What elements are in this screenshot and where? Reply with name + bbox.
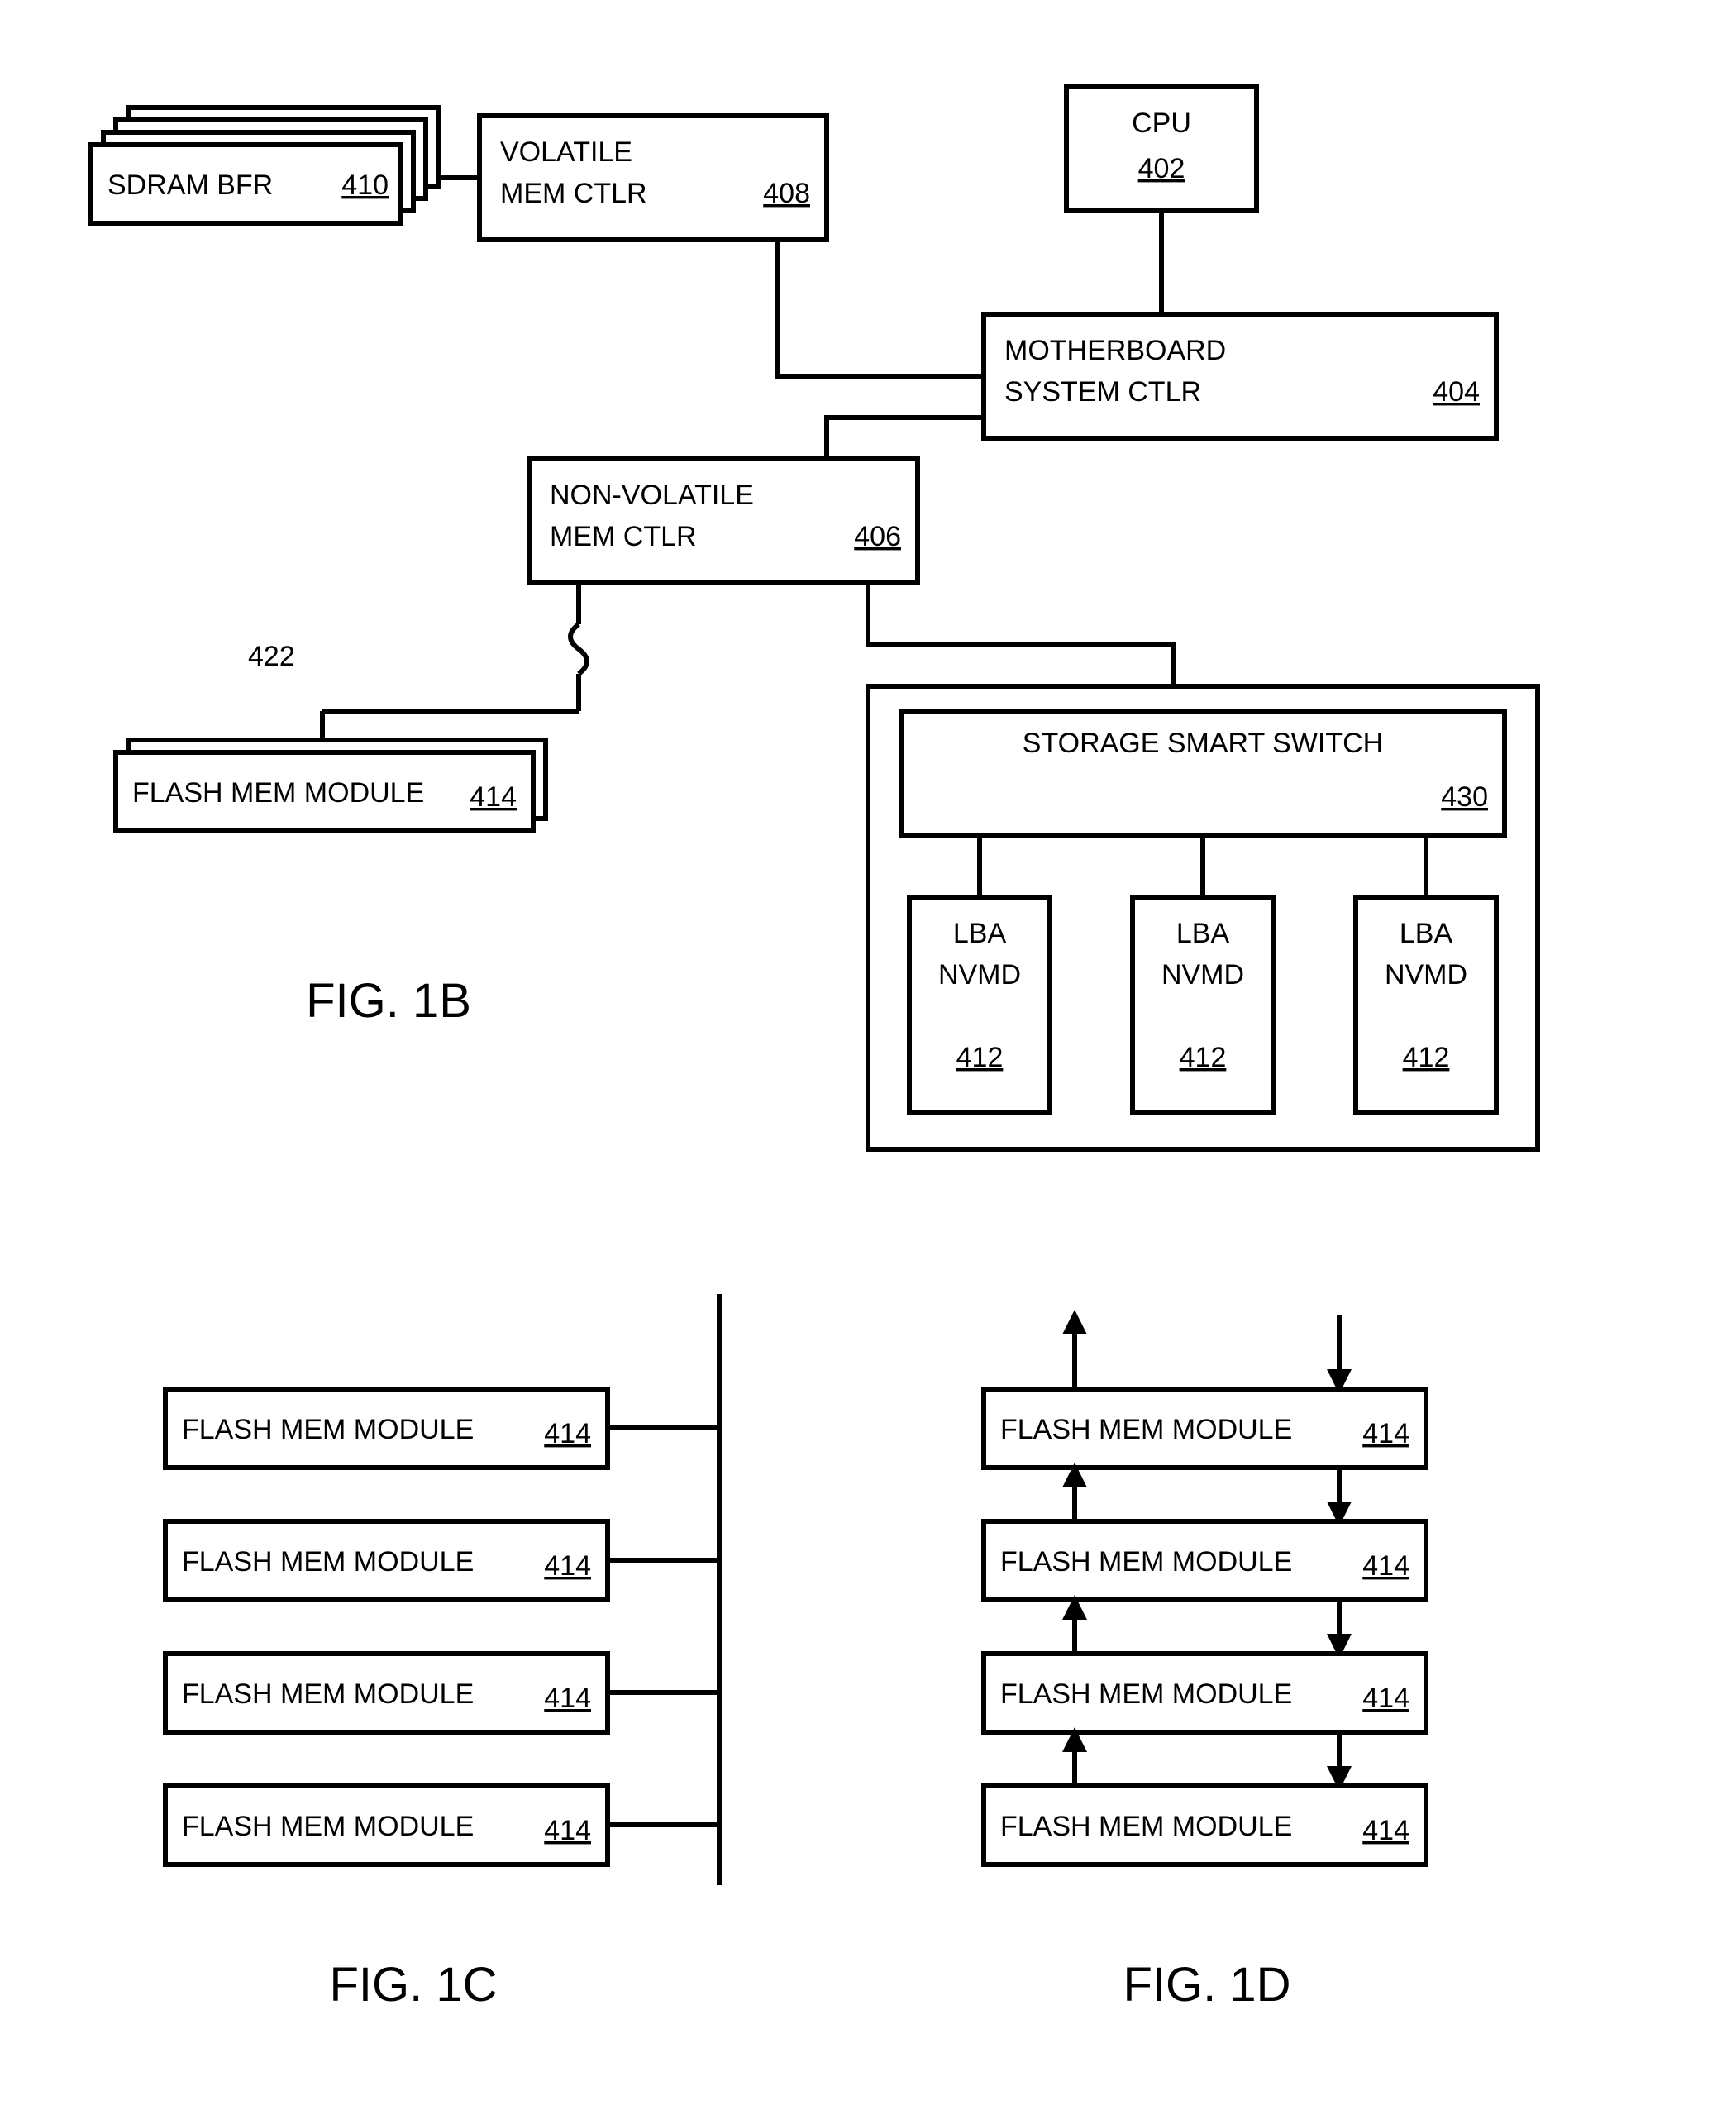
- flash-ref: 414: [470, 781, 517, 813]
- sdram-bfr-stack: SDRAM BFR 410: [91, 107, 438, 223]
- vol-line1: VOLATILE: [500, 136, 632, 168]
- svg-text:414: 414: [544, 1683, 591, 1714]
- fig1b-caption: FIG. 1B: [306, 974, 471, 1028]
- motherboard-ctlr-block: MOTHERBOARD SYSTEM CTLR 404: [984, 314, 1496, 438]
- switch-label: STORAGE SMART SWITCH: [1023, 728, 1383, 759]
- fig1d-caption: FIG. 1D: [1123, 1958, 1290, 2012]
- fig1d-module-3: FLASH MEM MODULE 414: [984, 1654, 1426, 1732]
- mb-ref: 404: [1433, 376, 1480, 408]
- svg-text:414: 414: [544, 1418, 591, 1449]
- svg-text:FLASH MEM MODULE: FLASH MEM MODULE: [1000, 1546, 1292, 1578]
- cpu-ref: 402: [1138, 153, 1185, 184]
- svg-text:FLASH MEM MODULE: FLASH MEM MODULE: [1000, 1678, 1292, 1710]
- svg-text:FLASH MEM MODULE: FLASH MEM MODULE: [182, 1414, 474, 1445]
- fig1c-group: FLASH MEM MODULE 414 FLASH MEM MODULE 41…: [165, 1294, 719, 1885]
- fig1c-module-3: FLASH MEM MODULE 414: [165, 1654, 719, 1732]
- flash-module-stack: FLASH MEM MODULE 414: [116, 740, 546, 831]
- switch-ref: 430: [1441, 781, 1488, 813]
- fig1c-caption: FIG. 1C: [329, 1958, 497, 2012]
- cpu-block: CPU 402: [1066, 87, 1257, 211]
- fig1d-group: FLASH MEM MODULE 414 FLASH MEM MODULE 41…: [984, 1315, 1426, 1864]
- lba1-ref: 412: [956, 1042, 1004, 1073]
- svg-text:FLASH MEM MODULE: FLASH MEM MODULE: [182, 1546, 474, 1578]
- svg-text:414: 414: [1362, 1683, 1409, 1714]
- vol-to-mb-line: [777, 240, 984, 376]
- svg-text:FLASH MEM MODULE: FLASH MEM MODULE: [1000, 1811, 1292, 1842]
- mb-to-nv-line: [827, 418, 984, 459]
- lba2-l2: NVMD: [1161, 959, 1244, 991]
- volatile-ctlr-block: VOLATILE MEM CTLR 408: [479, 116, 827, 240]
- fig1c-module-1: FLASH MEM MODULE 414: [165, 1389, 719, 1468]
- lba-box-1: LBA NVMD 412: [909, 897, 1050, 1112]
- cpu-label: CPU: [1132, 107, 1191, 139]
- svg-text:414: 414: [1362, 1418, 1409, 1449]
- svg-text:414: 414: [544, 1815, 591, 1846]
- vol-ref: 408: [763, 178, 810, 209]
- nv-line1: NON-VOLATILE: [550, 480, 754, 511]
- svg-text:FLASH MEM MODULE: FLASH MEM MODULE: [182, 1678, 474, 1710]
- svg-text:FLASH MEM MODULE: FLASH MEM MODULE: [1000, 1414, 1292, 1445]
- nonvolatile-ctlr-block: NON-VOLATILE MEM CTLR 406: [529, 459, 918, 583]
- smart-switch-group: STORAGE SMART SWITCH 430 LBA NVMD 412 LB…: [868, 686, 1538, 1149]
- svg-text:FLASH MEM MODULE: FLASH MEM MODULE: [182, 1811, 474, 1842]
- mb-line1: MOTHERBOARD: [1004, 335, 1226, 366]
- fig1d-module-4: FLASH MEM MODULE 414: [984, 1786, 1426, 1864]
- lba3-l1: LBA: [1400, 918, 1453, 949]
- lba1-l1: LBA: [953, 918, 1007, 949]
- nv-line2: MEM CTLR: [550, 521, 697, 552]
- svg-text:414: 414: [1362, 1550, 1409, 1582]
- lba3-l2: NVMD: [1385, 959, 1467, 991]
- wave-ref: 422: [248, 641, 295, 672]
- fig1d-module-2: FLASH MEM MODULE 414: [984, 1521, 1426, 1600]
- mb-line2: SYSTEM CTLR: [1004, 376, 1201, 408]
- nv-to-flash-line: [322, 583, 587, 752]
- fig1c-module-2: FLASH MEM MODULE 414: [165, 1521, 719, 1600]
- lba2-l1: LBA: [1176, 918, 1230, 949]
- lba3-ref: 412: [1403, 1042, 1450, 1073]
- svg-text:414: 414: [1362, 1815, 1409, 1846]
- fig1d-module-1: FLASH MEM MODULE 414: [984, 1389, 1426, 1468]
- sdram-label: SDRAM BFR: [107, 169, 273, 201]
- nv-ref: 406: [854, 521, 901, 552]
- lba2-ref: 412: [1180, 1042, 1227, 1073]
- lba-box-2: LBA NVMD 412: [1133, 897, 1273, 1112]
- flash-label: FLASH MEM MODULE: [132, 777, 424, 809]
- lba-box-3: LBA NVMD 412: [1356, 897, 1496, 1112]
- fig1c-module-4: FLASH MEM MODULE 414: [165, 1786, 719, 1864]
- vol-line2: MEM CTLR: [500, 178, 647, 209]
- sdram-ref: 410: [341, 169, 389, 201]
- svg-text:414: 414: [544, 1550, 591, 1582]
- lba1-l2: NVMD: [938, 959, 1021, 991]
- nv-to-switch-line: [868, 583, 1174, 686]
